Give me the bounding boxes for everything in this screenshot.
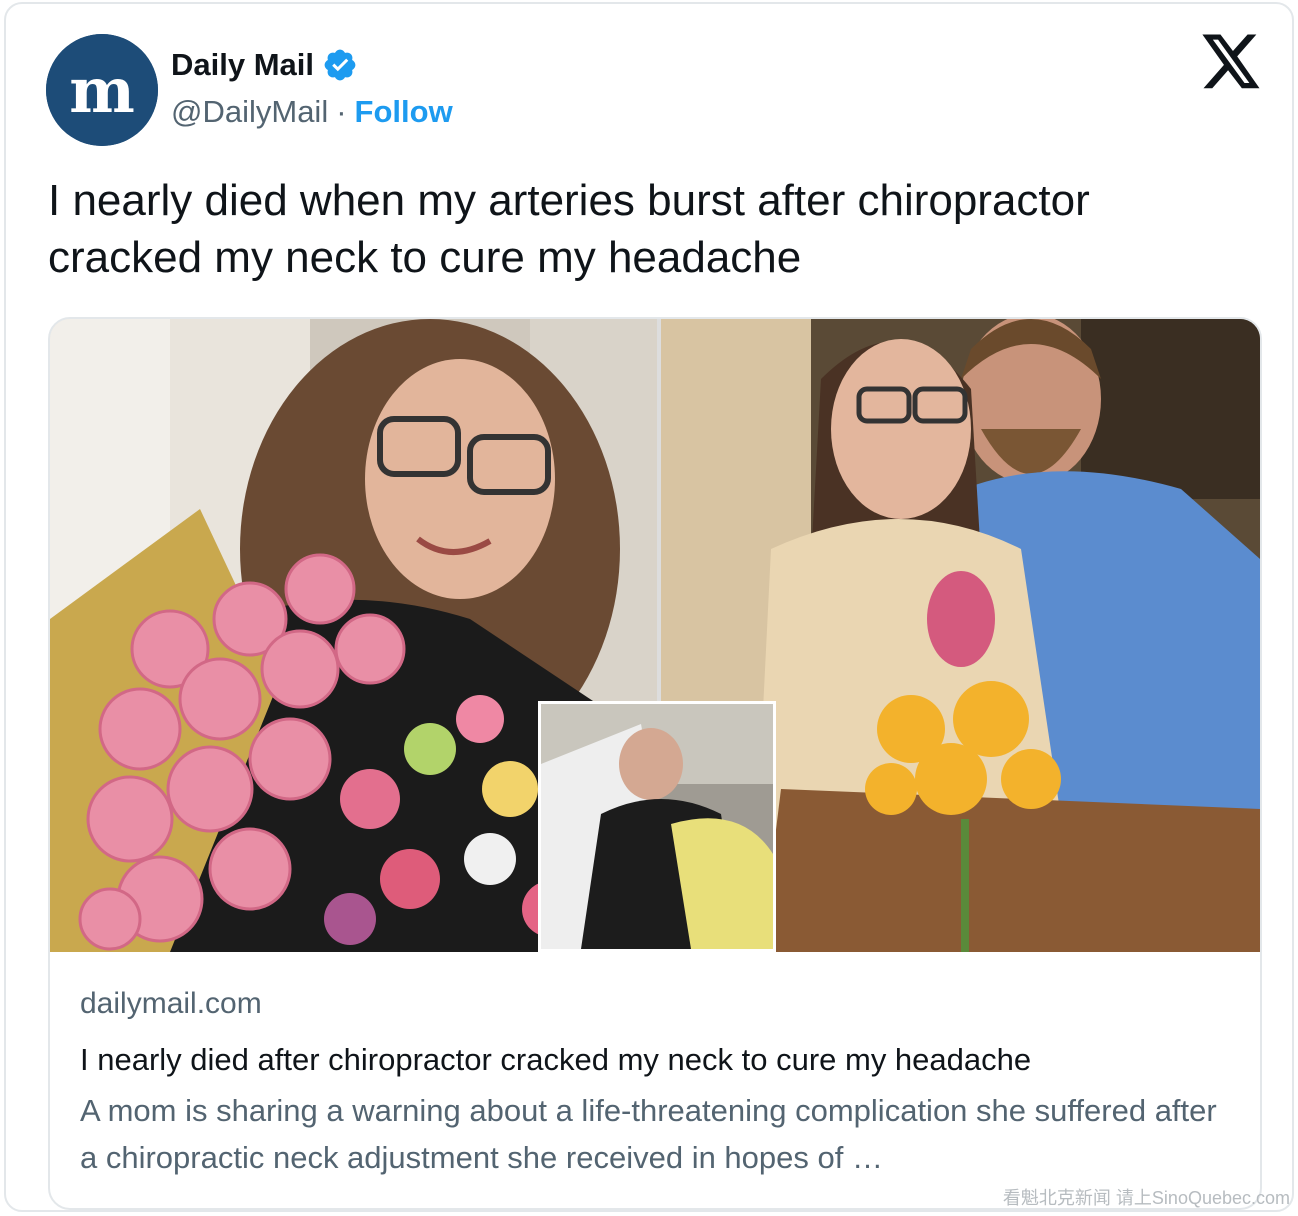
x-logo-icon[interactable] — [1202, 34, 1262, 90]
follow-button[interactable]: Follow — [355, 94, 453, 130]
tweet-card: m Daily Mail @DailyMail · Follow I nearl… — [4, 2, 1294, 1212]
photo-inset-hospital-bed — [538, 701, 776, 952]
link-title[interactable]: I nearly died after chiropractor cracked… — [80, 1041, 1230, 1079]
author-handle-row: @DailyMail · Follow — [171, 94, 453, 130]
author-display-name[interactable]: Daily Mail — [171, 47, 314, 83]
link-description: A mom is sharing a warning about a life-… — [80, 1093, 1217, 1175]
link-domain: dailymail.com — [80, 987, 262, 1020]
link-card-meta: dailymail.com I nearly died after chirop… — [80, 987, 1230, 1181]
author-avatar[interactable]: m — [46, 34, 158, 146]
handle-separator: · — [336, 94, 347, 129]
author-handle[interactable]: @DailyMail — [171, 94, 328, 130]
daily-mail-logo-icon: m — [46, 34, 158, 146]
author-name-row: Daily Mail — [171, 42, 358, 88]
watermark-text: 看魁北克新闻 请上SinoQuebec.com — [1002, 1188, 1290, 1208]
tweet-text: I nearly died when my arteries burst aft… — [48, 176, 1090, 282]
link-preview-card[interactable]: dailymail.com I nearly died after chirop… — [48, 317, 1262, 1210]
article-image-collage — [50, 319, 1260, 952]
verified-badge-icon — [324, 49, 356, 81]
svg-text:m: m — [69, 54, 135, 127]
